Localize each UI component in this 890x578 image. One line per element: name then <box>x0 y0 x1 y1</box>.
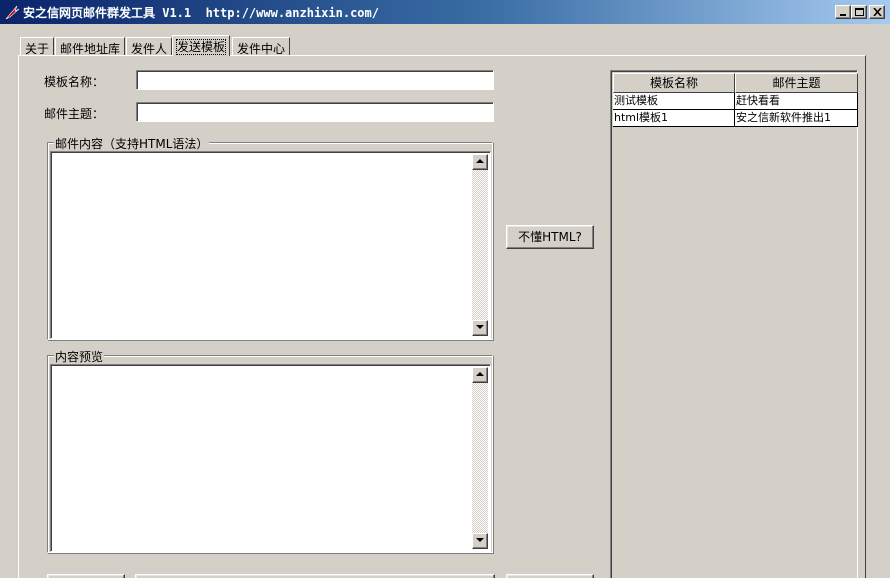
maximize-icon <box>855 8 864 16</box>
preview-pane[interactable] <box>50 364 491 552</box>
tab-send-template[interactable]: 发送模板 <box>172 35 231 56</box>
scroll-up-button[interactable] <box>472 154 488 170</box>
tab-sender[interactable]: 发件人 <box>126 37 173 57</box>
window-title: 安之信网页邮件群发工具 V1.1 http://www.anzhixin.com… <box>23 6 379 20</box>
preview-groupbox: 内容预览 <box>47 348 493 553</box>
subject-input[interactable] <box>136 102 494 122</box>
preview-scrollbar[interactable] <box>472 367 488 549</box>
scroll-down-button[interactable] <box>472 533 488 549</box>
arrow-down-icon <box>476 325 484 329</box>
tab-address-book[interactable]: 邮件地址库 <box>55 37 126 57</box>
table-row-cell[interactable]: 安之信新软件推出1 <box>735 110 858 127</box>
table-row-cell[interactable]: 赶快看看 <box>735 93 858 110</box>
content-editor[interactable] <box>50 151 491 339</box>
column-header-subject[interactable]: 邮件主题 <box>735 73 858 93</box>
scroll-down-button[interactable] <box>472 320 488 336</box>
tab-about[interactable]: 关于 <box>20 37 55 57</box>
arrow-up-icon <box>476 159 484 163</box>
minimize-button[interactable] <box>835 5 851 19</box>
send-template-panel: 模板名称： 邮件主题： 邮件内容（支持HTML语法） 内容预览 不懂HTML? … <box>18 55 866 578</box>
content-scrollbar[interactable] <box>472 154 488 336</box>
content-legend: 邮件内容（支持HTML语法） <box>54 135 210 152</box>
app-feather-icon <box>5 5 20 20</box>
bottom-button-3[interactable] <box>506 574 594 578</box>
scroll-up-button[interactable] <box>472 367 488 383</box>
bottom-button-1[interactable] <box>47 574 125 578</box>
arrow-down-icon <box>476 538 484 542</box>
arrow-up-icon <box>476 372 484 376</box>
table-row-cell[interactable]: 测试模板 <box>613 93 735 110</box>
column-header-template-name[interactable]: 模板名称 <box>613 73 735 93</box>
tab-send-center[interactable]: 发件中心 <box>232 37 291 57</box>
minimize-icon <box>840 14 846 16</box>
maximize-button[interactable] <box>851 5 867 19</box>
preview-legend: 内容预览 <box>54 348 105 365</box>
content-groupbox: 邮件内容（支持HTML语法） <box>47 135 493 340</box>
table-row-cell[interactable]: html模板1 <box>613 110 735 127</box>
html-help-button[interactable]: 不懂HTML? <box>506 225 594 249</box>
close-button[interactable] <box>869 5 885 19</box>
close-icon <box>873 8 882 16</box>
template-name-input[interactable] <box>136 70 494 90</box>
title-bar: 安之信网页邮件群发工具 V1.1 http://www.anzhixin.com… <box>0 0 890 24</box>
template-list[interactable]: 模板名称 邮件主题 测试模板 赶快看看 html模板1 安之信新软件推出1 <box>610 70 858 578</box>
subject-label: 邮件主题： <box>44 107 105 121</box>
bottom-button-2[interactable] <box>135 574 495 578</box>
template-name-label: 模板名称： <box>44 75 105 89</box>
